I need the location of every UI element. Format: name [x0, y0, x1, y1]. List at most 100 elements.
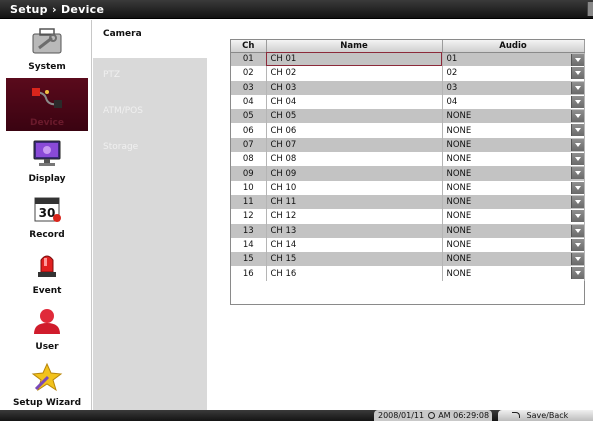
channel-number: 11 [231, 194, 267, 210]
table-row[interactable]: 02 CH 02 02 [231, 66, 585, 81]
audio-select[interactable]: NONE [442, 180, 585, 195]
chevron-down-icon[interactable] [570, 210, 583, 223]
chevron-down-icon[interactable] [570, 253, 583, 266]
sidebar-item-label: System [28, 62, 66, 72]
audio-select[interactable]: NONE [442, 152, 585, 167]
table-row[interactable]: 03 CH 03 03 [231, 80, 585, 95]
channel-name-field[interactable]: CH 03 [266, 80, 443, 95]
channel-name-field[interactable]: CH 11 [266, 194, 443, 210]
table-row[interactable]: 13 CH 13 NONE [231, 223, 585, 238]
table-row[interactable]: 12 CH 12 NONE [231, 209, 585, 224]
submenu-item-ptz[interactable]: PTZ [93, 58, 207, 96]
channel-number: 10 [231, 180, 267, 195]
channel-name-field[interactable]: CH 15 [266, 252, 443, 267]
submenu-item-camera[interactable]: Camera [93, 20, 207, 58]
channel-number: 03 [231, 80, 267, 95]
chevron-down-icon[interactable] [570, 153, 583, 166]
chevron-down-icon[interactable] [570, 195, 583, 208]
table-row[interactable]: 14 CH 14 NONE [231, 237, 585, 253]
channel-number: 08 [231, 152, 267, 167]
chevron-down-icon[interactable] [570, 181, 583, 194]
table-row[interactable]: 07 CH 07 NONE [231, 137, 585, 153]
chevron-down-icon[interactable] [570, 138, 583, 151]
channel-name-field[interactable]: CH 04 [266, 94, 443, 110]
channel-name-field[interactable]: CH 08 [266, 152, 443, 167]
sidebar-item-label: Display [28, 174, 66, 184]
audio-select[interactable]: NONE [442, 166, 585, 181]
close-button[interactable] [587, 2, 593, 16]
audio-select[interactable]: 02 [442, 66, 585, 81]
sidebar-item-display[interactable]: Display [6, 134, 88, 187]
sidebar-item-setup-wizard[interactable]: Setup Wizard [6, 358, 88, 411]
channel-name-field[interactable]: CH 05 [266, 109, 443, 124]
sidebar-item-label: Record [29, 230, 65, 240]
audio-select[interactable]: 04 [442, 94, 585, 110]
sidebar-item-system[interactable]: System [6, 22, 88, 75]
audio-select[interactable]: NONE [442, 252, 585, 267]
table-row[interactable]: 01 CH 01 01 [231, 52, 585, 67]
channel-name-field[interactable]: CH 13 [266, 223, 443, 238]
sidebar-item-event[interactable]: Event [6, 246, 88, 299]
chevron-down-icon[interactable] [570, 81, 583, 94]
audio-select[interactable]: NONE [442, 266, 585, 281]
audio-select[interactable]: 01 [442, 52, 585, 67]
channel-name-field[interactable]: CH 01 [266, 52, 443, 67]
audio-value: NONE [446, 225, 472, 236]
table-row[interactable]: 09 CH 09 NONE [231, 166, 585, 181]
channel-number: 16 [231, 266, 267, 281]
channel-number: 06 [231, 123, 267, 138]
table-row[interactable]: 16 CH 16 NONE [231, 266, 585, 281]
channel-name-field[interactable]: CH 02 [266, 66, 443, 81]
channel-name-field[interactable]: CH 10 [266, 180, 443, 195]
audio-select[interactable]: NONE [442, 194, 585, 210]
table-row[interactable]: 04 CH 04 04 [231, 94, 585, 110]
audio-value: NONE [446, 154, 472, 165]
save-back-button[interactable]: Save/Back [498, 410, 593, 421]
camera-settings-panel: Ch Name Audio 01 CH 01 01 02 CH 02 02 03 CH 03 0… [207, 20, 593, 410]
audio-select[interactable]: NONE [442, 109, 585, 124]
device-submenu: Camera PTZ ATM/POS Storage [93, 20, 207, 410]
submenu-item-atm-pos[interactable]: ATM/POS [93, 94, 207, 132]
channel-name-field[interactable]: CH 09 [266, 166, 443, 181]
chevron-down-icon[interactable] [570, 53, 583, 66]
chevron-down-icon[interactable] [570, 238, 583, 251]
title-bar: Setup › Device [0, 0, 593, 19]
audio-select[interactable]: NONE [442, 137, 585, 153]
chevron-down-icon[interactable] [570, 67, 583, 80]
submenu-item-storage[interactable]: Storage [93, 130, 207, 168]
table-row[interactable]: 06 CH 06 NONE [231, 123, 585, 138]
monitor-icon [33, 140, 61, 166]
table-row[interactable]: 10 CH 10 NONE [231, 180, 585, 195]
channel-name-field[interactable]: CH 12 [266, 209, 443, 224]
audio-value: NONE [446, 197, 472, 208]
sidebar-item-device[interactable]: Device [6, 78, 88, 131]
user-icon [34, 309, 60, 334]
channel-name-field[interactable]: CH 14 [266, 237, 443, 253]
chevron-down-icon[interactable] [570, 224, 583, 237]
channel-name-field[interactable]: CH 06 [266, 123, 443, 138]
setup-sidebar: System Device Display 30 Record Event Us… [0, 20, 92, 410]
sidebar-item-label: User [35, 342, 59, 352]
audio-select[interactable]: NONE [442, 237, 585, 253]
channel-name-field[interactable]: CH 07 [266, 137, 443, 153]
audio-select[interactable]: NONE [442, 209, 585, 224]
chevron-down-icon[interactable] [570, 95, 583, 108]
table-row[interactable]: 11 CH 11 NONE [231, 194, 585, 210]
chevron-down-icon[interactable] [570, 267, 583, 280]
table-row[interactable]: 15 CH 15 NONE [231, 252, 585, 267]
chevron-down-icon[interactable] [570, 124, 583, 137]
table-row[interactable]: 08 CH 08 NONE [231, 152, 585, 167]
audio-select[interactable]: NONE [442, 223, 585, 238]
table-header-row: Ch Name Audio [231, 40, 585, 53]
channel-name-field[interactable]: CH 16 [266, 266, 443, 281]
table-row[interactable]: 05 CH 05 NONE [231, 109, 585, 124]
sidebar-item-user[interactable]: User [6, 302, 88, 355]
system-clock: 2008/01/11 AM 06:29:08 [374, 410, 492, 421]
audio-select[interactable]: NONE [442, 123, 585, 138]
audio-select[interactable]: 03 [442, 80, 585, 95]
status-bar: 2008/01/11 AM 06:29:08 Save/Back [0, 410, 593, 421]
siren-icon [38, 255, 56, 277]
sidebar-item-record[interactable]: 30 Record [6, 190, 88, 243]
chevron-down-icon[interactable] [570, 110, 583, 123]
chevron-down-icon[interactable] [570, 167, 583, 180]
